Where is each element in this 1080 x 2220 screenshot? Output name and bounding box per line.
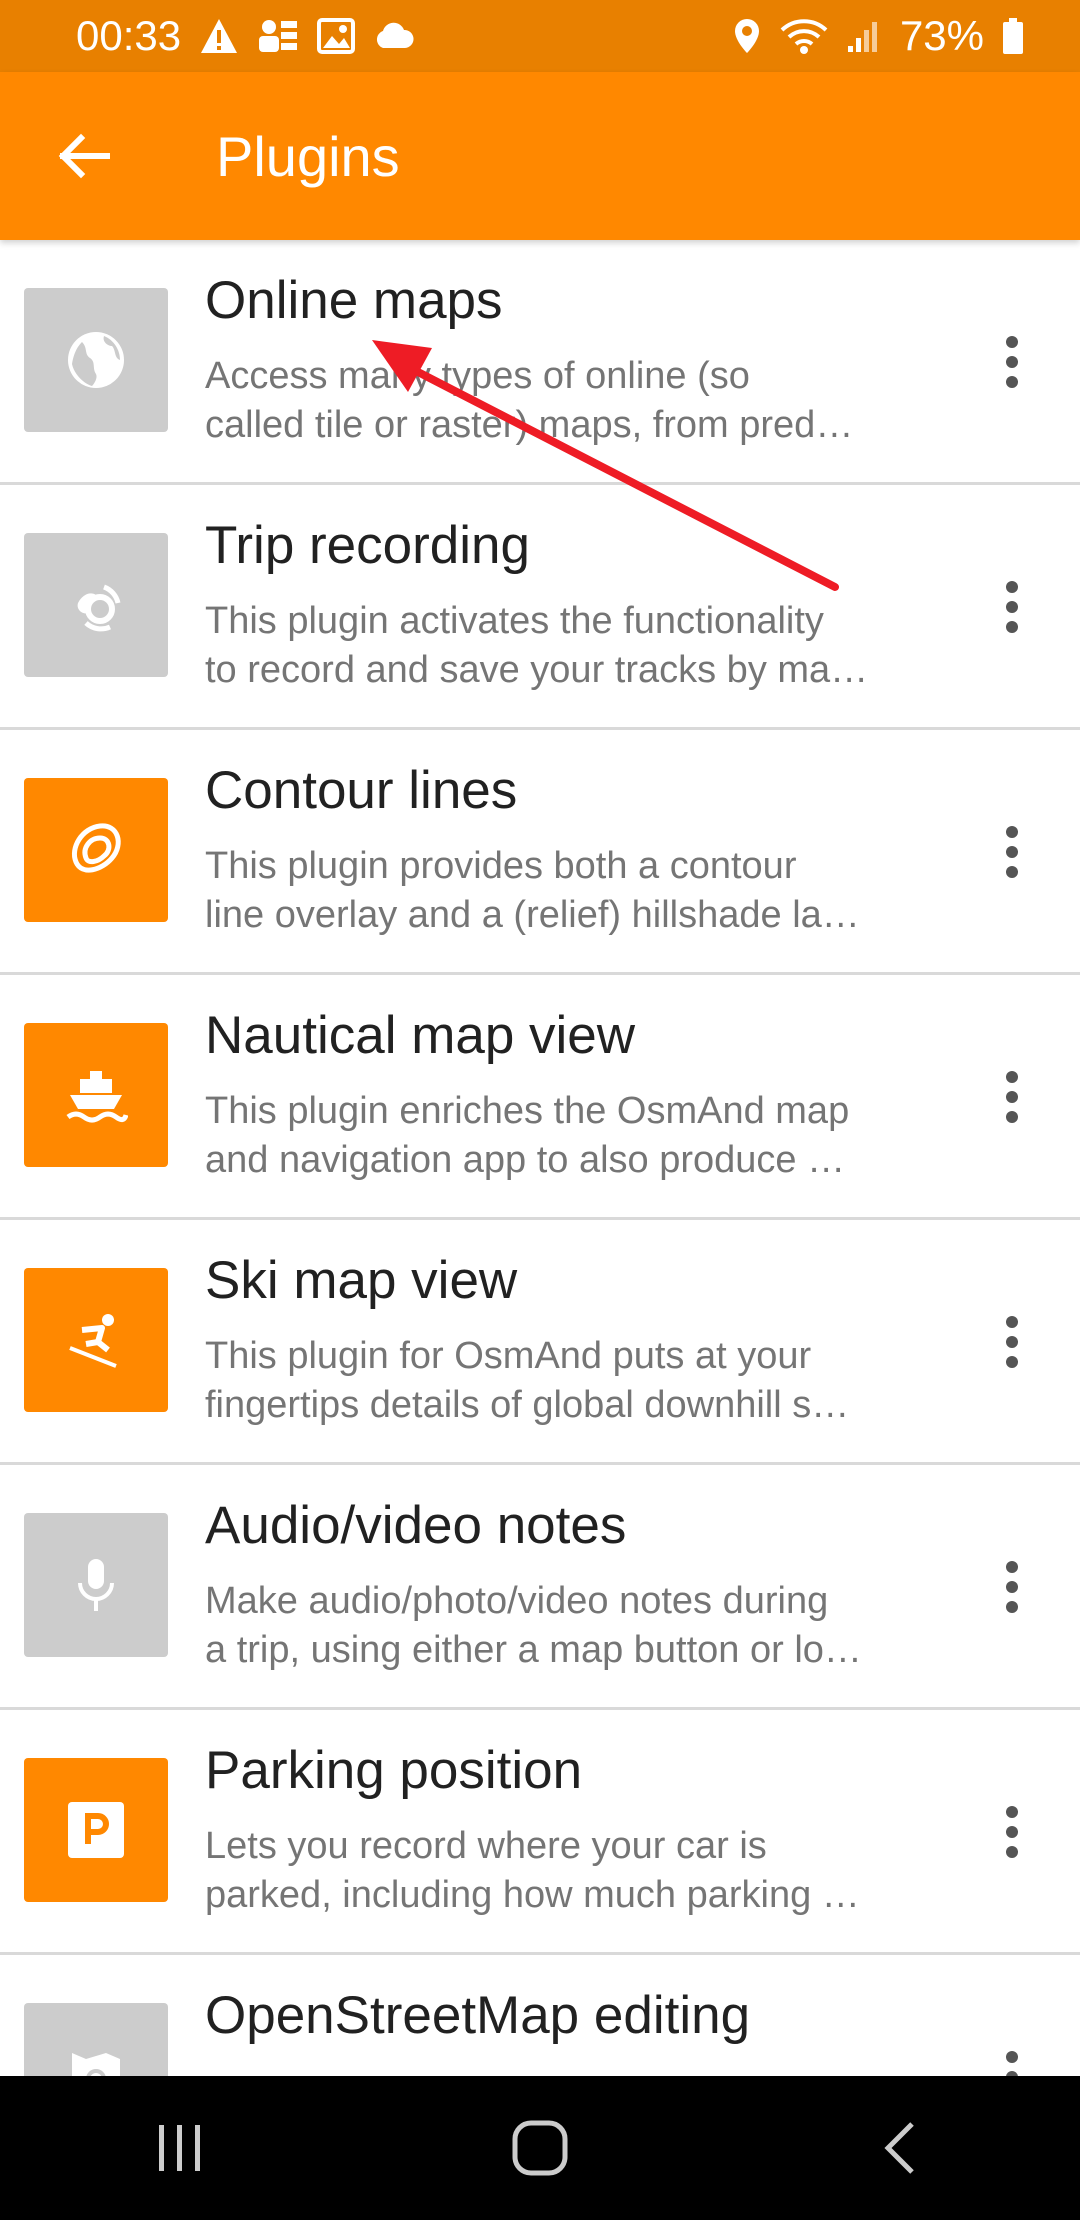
plugin-item-contour-lines[interactable]: Contour lines This plugin provides both … <box>0 730 1080 975</box>
plugin-description-line: parked, including how much parking … <box>205 1874 860 1916</box>
plugin-description-line: This plugin for OsmAnd puts at your <box>205 1335 812 1377</box>
plugin-description-line: to record and save your tracks by ma… <box>205 649 869 691</box>
globe-icon <box>68 332 124 388</box>
plugin-description-line: and navigation app to also produce … <box>205 1139 846 1181</box>
plugin-title: Contour lines <box>205 761 518 820</box>
plugin-description-line: Lets you record where your car is <box>205 1825 767 1867</box>
warning-icon <box>199 17 239 55</box>
app-bar: Plugins <box>0 72 1080 240</box>
plugin-item-osm-editing[interactable]: OpenStreetMap editing <box>0 1955 1080 2076</box>
plugin-title: OpenStreetMap editing <box>205 1986 751 2045</box>
skier-icon <box>69 1314 117 1368</box>
cloud-icon <box>373 22 415 50</box>
plugin-description: This plugin for OsmAnd puts at your fing… <box>205 1332 925 1430</box>
plugin-description-line: This plugin enriches the OsmAnd map <box>205 1090 850 1132</box>
more-options-button[interactable] <box>976 1047 1048 1147</box>
plugin-item-nautical-map-view[interactable]: Nautical map view This plugin enriches t… <box>0 975 1080 1220</box>
plugin-icon-nautical <box>24 1023 168 1167</box>
plugin-description: Make audio/photo/video notes during a tr… <box>205 1577 925 1675</box>
plugin-description-line: a trip, using either a map button or lo… <box>205 1629 862 1671</box>
plugin-icon-parking <box>24 1758 168 1902</box>
status-left: 00:33 <box>76 12 415 60</box>
navigation-bar <box>0 2076 1080 2220</box>
arrow-left-icon <box>58 133 110 179</box>
plugin-title: Nautical map view <box>205 1006 636 1065</box>
plugin-item-trip-recording[interactable]: Trip recording This plugin activates the… <box>0 485 1080 730</box>
battery-percentage: 73% <box>899 12 984 59</box>
more-options-button[interactable] <box>976 557 1048 657</box>
plugin-title: Ski map view <box>205 1251 518 1310</box>
more-vert-icon <box>1006 1561 1018 1573</box>
contacts-icon <box>257 17 299 55</box>
plugin-icon-trip-recording <box>24 533 168 677</box>
nav-back-button[interactable] <box>820 2098 980 2198</box>
location-icon <box>732 17 762 55</box>
status-bar: 00:33 73% <box>0 0 1080 72</box>
plugin-icon-osm-editing <box>24 2003 168 2076</box>
status-right: 73% <box>732 12 1024 60</box>
more-options-button[interactable] <box>976 802 1048 902</box>
plugin-description: Access many types of online (so called t… <box>205 352 925 450</box>
wifi-icon <box>780 16 828 56</box>
plugin-icon-ski <box>24 1268 168 1412</box>
plugin-description-line: fingertips details of global downhill s… <box>205 1384 850 1426</box>
plugin-description-line: line overlay and a (relief) hillshade la… <box>205 894 860 936</box>
home-button[interactable] <box>460 2098 620 2198</box>
more-options-button[interactable] <box>976 1537 1048 1637</box>
microphone-icon <box>78 1559 114 1611</box>
home-icon <box>512 2120 568 2176</box>
contour-icon <box>72 823 121 873</box>
plugin-title: Online maps <box>205 271 503 330</box>
more-vert-icon <box>1006 581 1018 593</box>
status-time: 00:33 <box>76 12 182 59</box>
back-button[interactable] <box>28 101 138 211</box>
more-vert-icon <box>1006 1806 1018 1818</box>
plugin-description-line: This plugin activates the functionality <box>205 600 824 642</box>
ship-icon <box>66 1071 128 1123</box>
osm-edit-icon <box>72 2053 120 2076</box>
plugin-description: This plugin provides both a contour line… <box>205 842 925 940</box>
plugin-description: This plugin enriches the OsmAnd map and … <box>205 1087 925 1185</box>
plugin-item-parking-position[interactable]: Parking position Lets you record where y… <box>0 1710 1080 1955</box>
more-vert-icon <box>1006 1071 1018 1083</box>
parking-icon <box>68 1802 124 1858</box>
recents-icon <box>159 2125 200 2171</box>
more-options-button[interactable] <box>976 1292 1048 1392</box>
battery-icon <box>1002 17 1024 55</box>
more-options-button[interactable] <box>976 2027 1048 2076</box>
recents-button[interactable] <box>100 2098 260 2198</box>
signal-icon <box>846 18 882 54</box>
plugin-description-line: Make audio/photo/video notes during <box>205 1580 829 1622</box>
gallery-icon <box>317 18 356 54</box>
plugin-title: Parking position <box>205 1741 583 1800</box>
plugin-description-line: Access many types of online (so <box>205 355 750 397</box>
plugin-item-ski-map-view[interactable]: Ski map view This plugin for OsmAnd puts… <box>0 1220 1080 1465</box>
plugin-icon-contour-lines <box>24 778 168 922</box>
plugin-icon-online-maps <box>24 288 168 432</box>
plugin-description-line: This plugin provides both a contour <box>205 845 797 887</box>
plugin-description: Lets you record where your car is parked… <box>205 1822 925 1920</box>
plugin-list: Online maps Access many types of online … <box>0 240 1080 2076</box>
page-title: Plugins <box>216 124 400 188</box>
plugin-description-line: called tile or raster) maps, from pred… <box>205 404 854 446</box>
plugin-item-online-maps[interactable]: Online maps Access many types of online … <box>0 240 1080 485</box>
plugin-item-audio-video-notes[interactable]: Audio/video notes Make audio/photo/video… <box>0 1465 1080 1710</box>
more-vert-icon <box>1006 826 1018 838</box>
plugin-description: This plugin activates the functionality … <box>205 597 925 695</box>
more-options-button[interactable] <box>976 312 1048 412</box>
more-vert-icon <box>1006 1316 1018 1328</box>
more-vert-icon <box>1006 336 1018 348</box>
plugin-icon-audio-video <box>24 1513 168 1657</box>
more-vert-icon <box>1006 2051 1018 2063</box>
nav-back-icon <box>884 2122 914 2174</box>
trip-recording-icon <box>77 584 121 632</box>
more-options-button[interactable] <box>976 1782 1048 1882</box>
plugin-title: Trip recording <box>205 516 530 575</box>
plugin-title: Audio/video notes <box>205 1496 627 1555</box>
